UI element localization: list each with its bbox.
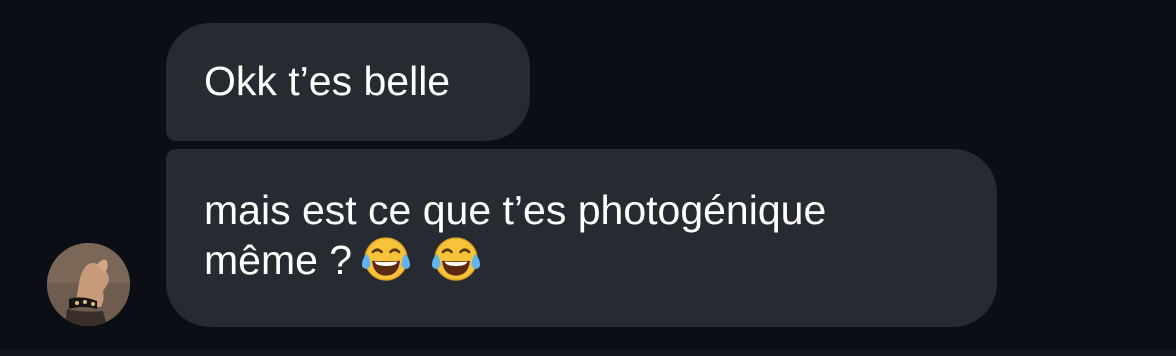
message-bubble[interactable]: mais est ce que t’es photogénique même ? (166, 149, 997, 327)
message-text-line-2: même ? (204, 235, 997, 291)
message-bubble[interactable]: Okk t’es belle (166, 23, 530, 141)
contact-avatar-icon (47, 243, 130, 326)
face-with-tears-of-joy-icon (432, 237, 481, 281)
message-text-line-2-text: même ? (204, 237, 353, 283)
message-text: Okk t’es belle (204, 58, 451, 104)
bottom-divider (0, 350, 1176, 356)
message-thread: Okk t’es belle mais est ce que t’es phot… (0, 0, 1176, 356)
avatar[interactable] (47, 243, 130, 326)
face-with-tears-of-joy-icon (362, 237, 411, 281)
emoji-group (358, 231, 484, 287)
message-text-line-1: mais est ce que t’es photogénique (204, 187, 827, 233)
